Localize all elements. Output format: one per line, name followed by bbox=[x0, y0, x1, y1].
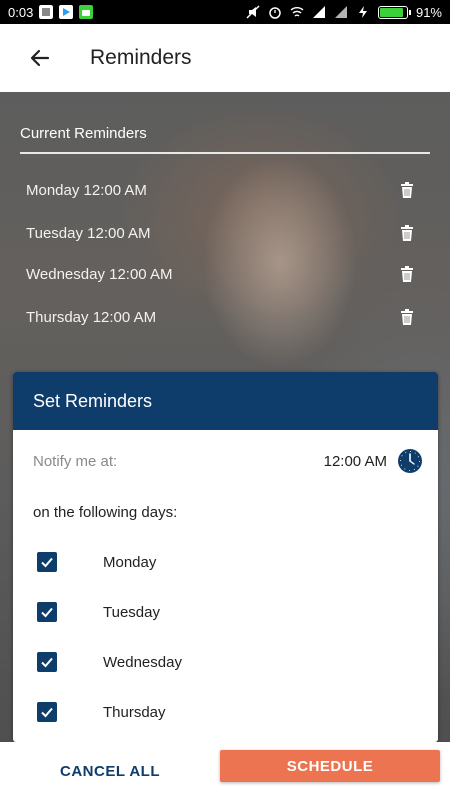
set-reminders-title: Set Reminders bbox=[33, 390, 153, 411]
delete-reminder-button[interactable] bbox=[398, 308, 416, 326]
back-button[interactable] bbox=[0, 24, 80, 92]
reminder-label: Tuesday 12:00 AM bbox=[26, 224, 151, 242]
day-option-wednesday[interactable]: Wednesday bbox=[37, 649, 417, 675]
day-option-monday[interactable]: Monday bbox=[37, 549, 417, 575]
arrow-left-icon bbox=[30, 49, 50, 67]
status-bar: 0:03 91% bbox=[0, 0, 450, 24]
day-label: Wednesday bbox=[103, 653, 182, 671]
delete-reminder-button[interactable] bbox=[398, 224, 416, 242]
battery-level bbox=[379, 7, 404, 17]
app-bar: Reminders bbox=[0, 24, 450, 92]
day-label: Tuesday bbox=[103, 603, 160, 621]
day-label: Monday bbox=[103, 553, 157, 571]
alarm-icon bbox=[269, 7, 281, 19]
reminder-item: Monday 12:00 AM bbox=[26, 175, 416, 205]
charging-icon bbox=[358, 6, 367, 18]
reminder-item: Tuesday 12:00 AM bbox=[26, 218, 416, 248]
signal-icon-2 bbox=[334, 6, 347, 18]
checkbox[interactable] bbox=[37, 602, 57, 622]
check-icon bbox=[41, 607, 53, 618]
battery-icon bbox=[377, 5, 411, 19]
schedule-button[interactable]: SCHEDULE bbox=[220, 750, 440, 782]
notify-time-value[interactable]: 12:00 AM bbox=[324, 453, 387, 470]
check-icon bbox=[41, 707, 53, 718]
reminder-label: Thursday 12:00 AM bbox=[26, 308, 157, 326]
status-time: 0:03 bbox=[8, 4, 34, 20]
mute-icon bbox=[246, 5, 260, 19]
set-reminders-card: Set Reminders Notify me at: 12:00 AM on … bbox=[13, 372, 438, 742]
notification-app-icon bbox=[39, 5, 54, 19]
clock-icon[interactable] bbox=[397, 448, 423, 474]
trash-icon bbox=[401, 309, 413, 325]
trash-icon bbox=[401, 225, 413, 241]
current-reminders-title: Current Reminders bbox=[20, 125, 147, 142]
check-icon bbox=[41, 557, 53, 568]
day-option-thursday[interactable]: Thursday bbox=[37, 699, 417, 725]
check-icon bbox=[41, 657, 53, 668]
day-option-tuesday[interactable]: Tuesday bbox=[37, 599, 417, 625]
checkbox[interactable] bbox=[37, 652, 57, 672]
page-title: Reminders bbox=[90, 46, 192, 69]
days-label: on the following days: bbox=[33, 504, 178, 521]
signal-icon bbox=[312, 6, 325, 18]
trash-icon bbox=[401, 266, 413, 282]
checkbox[interactable] bbox=[37, 552, 57, 572]
divider bbox=[20, 152, 430, 154]
reminder-label: Monday 12:00 AM bbox=[26, 181, 147, 199]
reminder-item: Thursday 12:00 AM bbox=[26, 302, 416, 332]
current-reminders-header: Current Reminders bbox=[20, 125, 430, 143]
delete-reminder-button[interactable] bbox=[398, 265, 416, 283]
bottom-action-bar: CANCEL ALL SCHEDULE bbox=[0, 742, 450, 800]
notify-time-row[interactable]: Notify me at: 12:00 AM bbox=[33, 446, 423, 476]
checkbox[interactable] bbox=[37, 702, 57, 722]
wifi-icon bbox=[290, 7, 304, 17]
battery-percent: 91% bbox=[415, 4, 442, 20]
trash-icon bbox=[401, 182, 413, 198]
reminder-item: Wednesday 12:00 AM bbox=[26, 259, 416, 289]
play-store-icon bbox=[59, 5, 74, 19]
reminder-label: Wednesday 12:00 AM bbox=[26, 265, 173, 283]
notify-label: Notify me at: bbox=[33, 452, 118, 470]
delete-reminder-button[interactable] bbox=[398, 181, 416, 199]
set-reminders-header: Set Reminders bbox=[13, 372, 438, 430]
cancel-all-button[interactable]: CANCEL ALL bbox=[0, 742, 220, 800]
android-app-icon bbox=[79, 5, 94, 19]
day-label: Thursday bbox=[103, 703, 166, 721]
